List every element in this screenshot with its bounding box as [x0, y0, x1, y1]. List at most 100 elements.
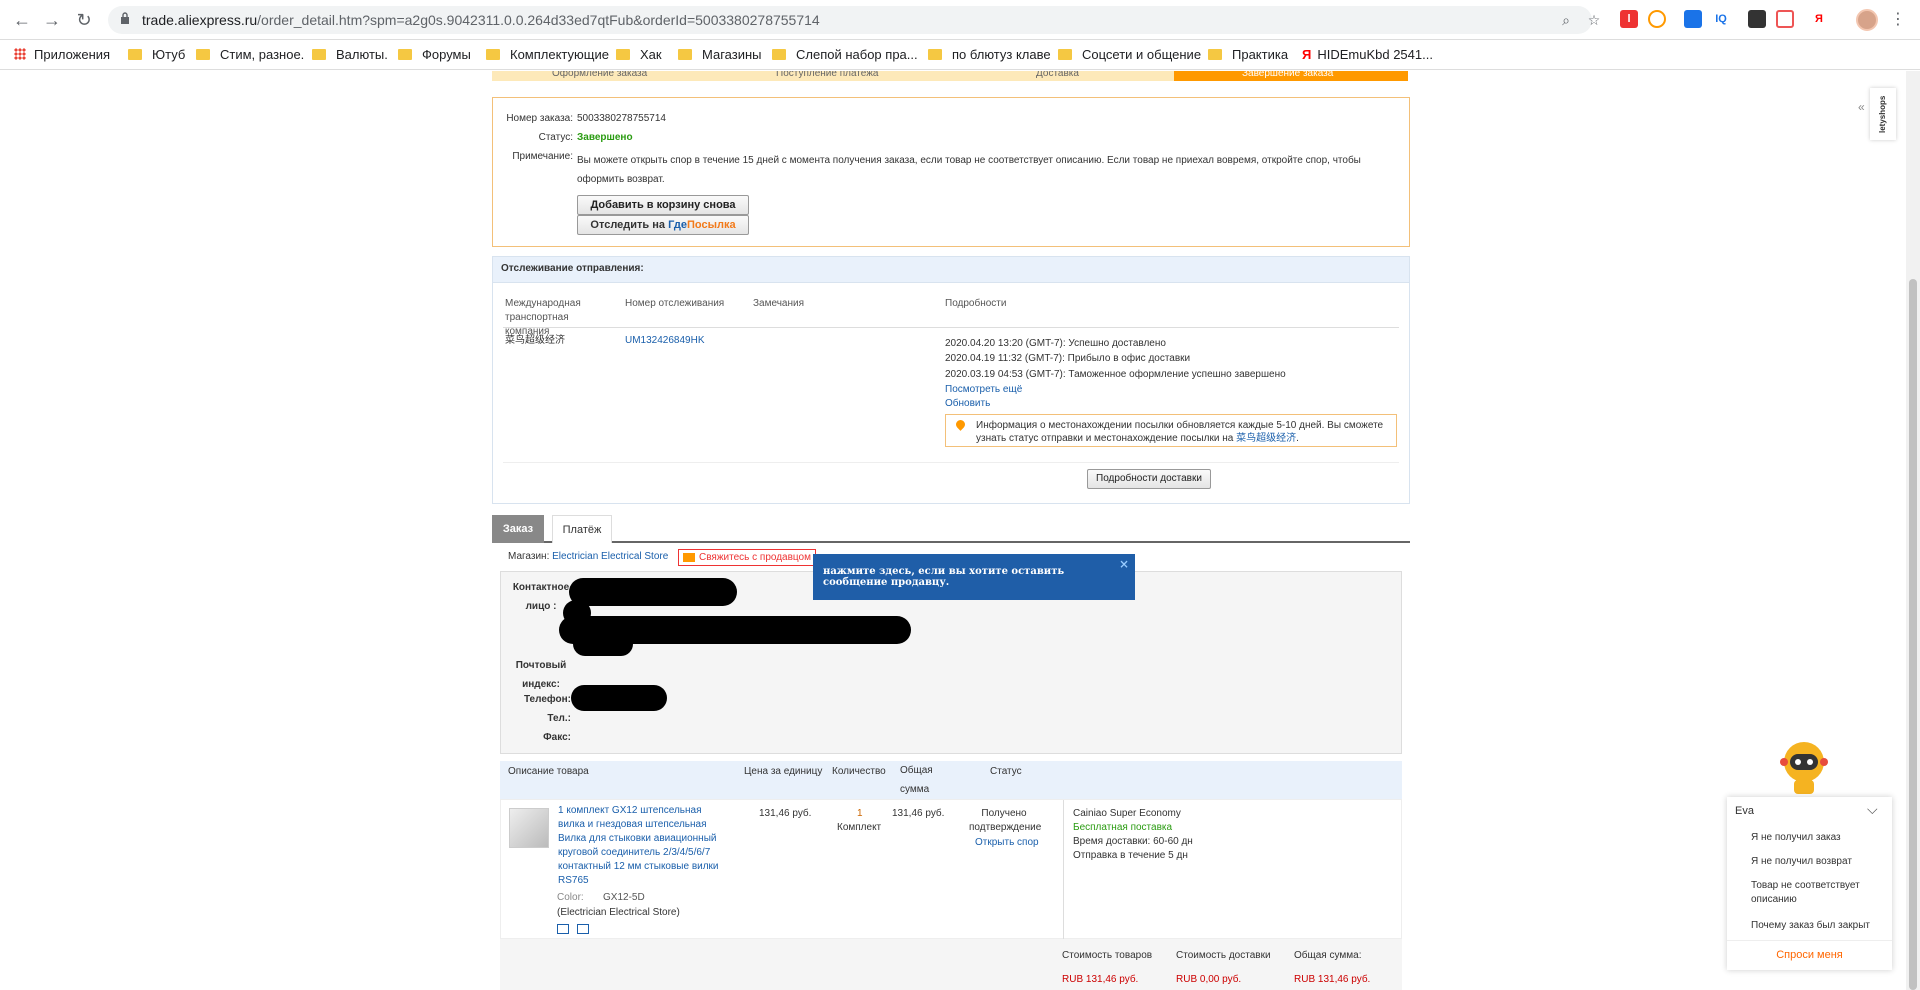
products-header: Описание товара Цена за единицу Количест… [500, 761, 1402, 799]
yandex-icon: Я [1302, 47, 1312, 62]
bookmark-folder[interactable]: Соцсети и общение [1058, 46, 1201, 64]
tracking-number-link[interactable]: UM132426849HK [625, 334, 705, 348]
shipping-cost: RUB 0,00 руб. [1176, 974, 1242, 985]
bookmark-folder[interactable]: по блютуз клаве [928, 46, 1051, 64]
total-amount: RUB 131,46 руб. [1294, 974, 1371, 985]
folder-icon [312, 49, 326, 60]
apps-icon [14, 48, 26, 60]
folder-icon [678, 49, 692, 60]
phone-label: Телефон: [523, 694, 571, 705]
tab-order[interactable]: Заказ [492, 515, 544, 543]
bookmark-folder[interactable]: Магазины [678, 46, 762, 64]
scroll-thumb[interactable] [1909, 279, 1917, 990]
add-to-cart-button[interactable]: Добавить в корзину снова [577, 195, 749, 215]
bookmark-yandex[interactable]: Я HIDEmuKbd 2541... [1302, 46, 1433, 64]
info-carrier-link[interactable]: 菜鸟超级经济 [1236, 433, 1296, 444]
order-number-label: Номер заказа: [506, 113, 573, 124]
profile-avatar[interactable] [1856, 9, 1878, 31]
zoom-icon[interactable]: ⌕ [1558, 12, 1574, 28]
back-icon[interactable]: ← [10, 8, 34, 32]
menu-icon[interactable]: ⋮ [1890, 8, 1906, 32]
bookmark-folder[interactable]: Валюты. [312, 46, 388, 64]
close-icon[interactable]: × [1119, 557, 1129, 571]
col-notes: Замечания [753, 298, 805, 309]
eva-bot-icon[interactable] [1780, 740, 1828, 798]
step-label: Доставка [1036, 71, 1079, 79]
delivery-details-button[interactable]: Подробности доставки [1087, 469, 1211, 489]
divider [503, 462, 1399, 463]
folder-icon [486, 49, 500, 60]
unit-price: 131,46 руб. [759, 808, 812, 819]
redacted-block [571, 685, 667, 711]
tracking-title: Отслеживание отправления: [493, 257, 1409, 283]
open-dispute-link[interactable]: Открыть спор [975, 836, 1039, 850]
see-more-link[interactable]: Посмотреть ещё [945, 383, 1022, 397]
order-progress-steps: Оформление заказа Поступление платежа До… [492, 71, 1408, 81]
eva-option[interactable]: Почему заказ был закрыт [1751, 919, 1870, 933]
divider [1727, 940, 1892, 941]
star-icon[interactable]: ☆ [1586, 12, 1602, 28]
product-title-link[interactable]: 1 комплект GX12 штепсельная вилка и гнез… [558, 804, 728, 888]
bookmark-folder[interactable]: Хак [616, 46, 662, 64]
cube-extension-icon[interactable] [1748, 10, 1766, 28]
goods-cost-label: Стоимость товаров [1062, 950, 1153, 961]
col-carrier: Международная транспортная компания [505, 298, 581, 337]
brave-extension-icon[interactable] [1776, 10, 1794, 28]
bookmark-folder[interactable]: Комплектующие [486, 46, 609, 64]
col-total: Общая сумма [900, 765, 933, 795]
contact-seller-tooltip: нажмите здесь, если вы хотите оставить с… [813, 554, 1135, 600]
cart-icon[interactable] [577, 924, 589, 934]
tracking-info-tip: Информация о местонахождении посылки обн… [945, 414, 1397, 447]
refresh-link[interactable]: Обновить [945, 397, 990, 411]
tel-label: Тел.: [547, 713, 571, 724]
forward-icon[interactable]: → [40, 8, 64, 32]
carrier-name: 菜鸟超级经济 [505, 335, 565, 346]
product-thumbnail[interactable] [509, 808, 549, 848]
page-scrollbar[interactable] [1906, 71, 1920, 990]
address-bar[interactable]: trade.aliexpress.ru/order_detail.htm?spm… [108, 6, 1600, 34]
order-status: Завершено [577, 132, 633, 143]
iq-extension-icon[interactable]: IQ [1712, 10, 1730, 28]
col-details: Подробности [945, 298, 1007, 309]
bookmark-apps[interactable]: Приложения [14, 46, 110, 64]
snapshot-icon[interactable] [557, 924, 569, 934]
track-gdeposylka-button[interactable]: Отследить на ГдеПосылка [577, 215, 749, 235]
chevron-down-icon[interactable]: ⌵ [1867, 801, 1878, 818]
product-store: (Electrician Electrical Store) [557, 907, 680, 918]
bookmark-folder[interactable]: Форумы [398, 46, 471, 64]
quantity: 1 [857, 808, 863, 819]
lety-extension-icon[interactable]: l [1620, 10, 1638, 28]
shop-label: Магазин: [508, 551, 550, 562]
shop-name-link[interactable]: Electrician Electrical Store [552, 551, 668, 562]
tab-payment[interactable]: Платёж [552, 515, 612, 543]
step-label: Оформление заказа [552, 71, 648, 79]
eva-option[interactable]: Я не получил заказ [1751, 831, 1841, 845]
contact-label: Контактное лицо : [512, 582, 570, 612]
translate-extension-icon[interactable] [1684, 10, 1702, 28]
bookmark-folder[interactable]: Стим, разное. [196, 46, 304, 64]
status-label: Статус: [538, 132, 573, 143]
search-extension-icon[interactable] [1648, 10, 1666, 28]
eva-option[interactable]: Товар не соответствует описанию [1751, 879, 1881, 907]
letyshops-widget[interactable]: letyshops [1870, 88, 1896, 140]
col-status: Статус [990, 766, 1022, 777]
bookmark-folder[interactable]: Практика [1208, 46, 1288, 64]
reload-icon[interactable]: ↻ [72, 8, 96, 32]
divider [503, 327, 1399, 328]
yandex-extension-icon[interactable]: Я [1810, 10, 1828, 28]
folder-icon [616, 49, 630, 60]
folder-icon [128, 49, 142, 60]
chevron-left-icon[interactable]: « [1858, 100, 1865, 114]
bookmark-folder[interactable]: Ютуб [128, 46, 185, 64]
product-row: 1 комплект GX12 штепсельная вилка и гнез… [500, 799, 1402, 939]
bookmark-folder[interactable]: Слепой набор пра... [772, 46, 918, 64]
goods-cost: RUB 131,46 руб. [1062, 974, 1139, 985]
eva-option[interactable]: Я не получил возврат [1751, 855, 1852, 869]
quantity-unit: Комплект [837, 822, 882, 833]
ask-me-button[interactable]: Спроси меня [1727, 949, 1892, 961]
redacted-block [569, 578, 737, 606]
order-summary: Номер заказа: 5003380278755714 Статус: З… [492, 97, 1410, 247]
folder-icon [196, 49, 210, 60]
tracking-event: 2020.04.19 11:32 (GMT-7): Прибыло в офис… [945, 353, 1191, 364]
contact-seller-button[interactable]: Свяжитесь с продавцом [678, 549, 816, 566]
